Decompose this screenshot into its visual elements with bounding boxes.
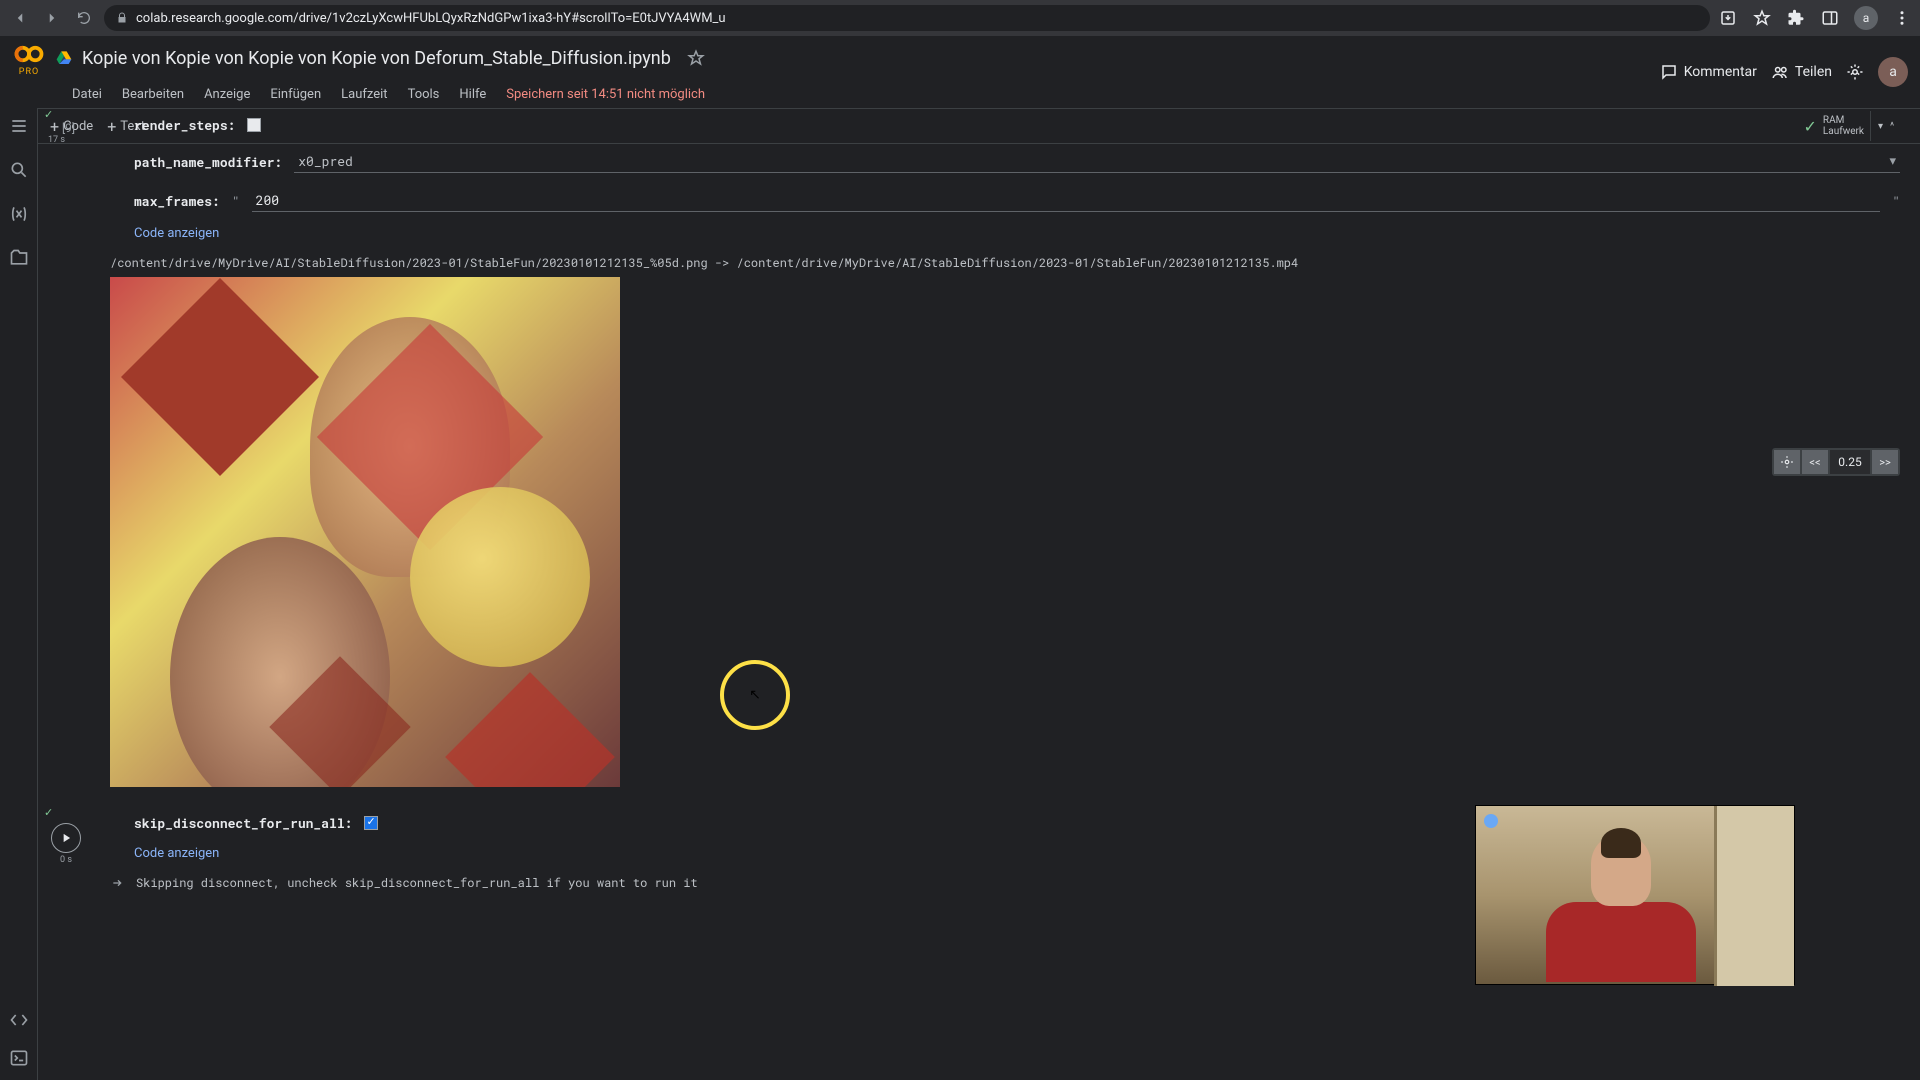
video-speed-control: << 0.25 >> xyxy=(1772,448,1900,476)
colab-logo[interactable]: PRO xyxy=(12,39,46,77)
max-frames-input[interactable] xyxy=(252,189,1881,212)
video-settings-icon[interactable] xyxy=(1774,450,1800,474)
left-sidebar xyxy=(0,108,38,1080)
execution-count: [9] xyxy=(62,121,88,135)
cell1-output-text: /content/drive/MyDrive/AI/StableDiffusio… xyxy=(94,251,1920,277)
lock-icon xyxy=(116,12,128,24)
comment-icon xyxy=(1660,63,1678,81)
back-button[interactable] xyxy=(8,6,32,30)
install-app-icon[interactable] xyxy=(1718,8,1738,28)
menu-insert[interactable]: Einfügen xyxy=(270,87,321,102)
execution-time-2: 0 s xyxy=(44,855,88,865)
show-code-link[interactable]: Code anzeigen xyxy=(94,220,1920,251)
cell2-output-text: Skipping disconnect, uncheck skip_discon… xyxy=(136,871,718,897)
menu-edit[interactable]: Bearbeiten xyxy=(122,87,184,102)
menu-help[interactable]: Hilfe xyxy=(459,87,486,102)
share-button[interactable]: Teilen xyxy=(1771,63,1832,81)
document-title[interactable]: Kopie von Kopie von Kopie von Kopie von … xyxy=(82,48,671,69)
menu-view[interactable]: Anzeige xyxy=(204,87,250,102)
param-max-frames: max_frames: " " xyxy=(94,181,1920,220)
menu-file[interactable]: Datei xyxy=(72,87,102,102)
drive-icon xyxy=(56,50,72,66)
code-cell-1: ✓ [9] 17 s render_steps: path_name_modif… xyxy=(38,108,1920,787)
url-text: colab.research.google.com/drive/1v2czLyX… xyxy=(136,11,726,26)
chrome-menu-icon[interactable] xyxy=(1892,8,1912,28)
gear-icon[interactable] xyxy=(1846,63,1864,81)
profile-avatar[interactable]: a xyxy=(1854,6,1878,30)
share-icon xyxy=(1771,63,1789,81)
extensions-icon[interactable] xyxy=(1786,8,1806,28)
user-avatar[interactable]: a xyxy=(1878,57,1908,87)
code-snippets-icon[interactable] xyxy=(9,1010,29,1030)
side-panel-icon[interactable] xyxy=(1820,8,1840,28)
menu-bar: Datei Bearbeiten Anzeige Einfügen Laufze… xyxy=(0,80,1920,108)
colab-header: PRO Kopie von Kopie von Kopie von Kopie … xyxy=(0,36,1920,108)
star-icon[interactable] xyxy=(687,49,705,67)
menu-runtime[interactable]: Laufzeit xyxy=(341,87,387,102)
run-cell-button[interactable] xyxy=(51,823,81,853)
path-name-modifier-select[interactable]: x0_pred ▾ xyxy=(294,150,1900,173)
save-warning: Speichern seit 14:51 nicht möglich xyxy=(506,87,705,102)
variables-icon[interactable] xyxy=(9,204,29,224)
speed-prev-button[interactable]: << xyxy=(1802,450,1828,474)
browser-toolbar: colab.research.google.com/drive/1v2czLyX… xyxy=(0,0,1920,36)
speed-next-button[interactable]: >> xyxy=(1872,450,1898,474)
bookmark-star-icon[interactable] xyxy=(1752,8,1772,28)
output-image xyxy=(110,277,620,787)
terminal-icon[interactable] xyxy=(9,1048,29,1068)
playback-speed: 0.25 xyxy=(1830,450,1870,474)
webcam-overlay xyxy=(1475,805,1795,985)
param-path-name-modifier: path_name_modifier: x0_pred ▾ xyxy=(94,142,1920,181)
execution-time: 17 s xyxy=(48,135,88,145)
param-render-steps: render_steps: xyxy=(94,108,1920,142)
comment-button[interactable]: Kommentar xyxy=(1660,63,1757,81)
forward-button[interactable] xyxy=(40,6,64,30)
menu-tools[interactable]: Tools xyxy=(408,87,440,102)
reload-button[interactable] xyxy=(72,6,96,30)
toc-icon[interactable] xyxy=(9,116,29,136)
chevron-down-icon: ▾ xyxy=(1889,154,1896,169)
address-bar[interactable]: colab.research.google.com/drive/1v2czLyX… xyxy=(104,5,1710,31)
render-steps-checkbox[interactable] xyxy=(247,118,261,132)
search-icon[interactable] xyxy=(9,160,29,180)
output-arrow-icon xyxy=(110,875,126,891)
files-icon[interactable] xyxy=(9,248,29,268)
skip-disconnect-checkbox[interactable] xyxy=(364,816,378,830)
